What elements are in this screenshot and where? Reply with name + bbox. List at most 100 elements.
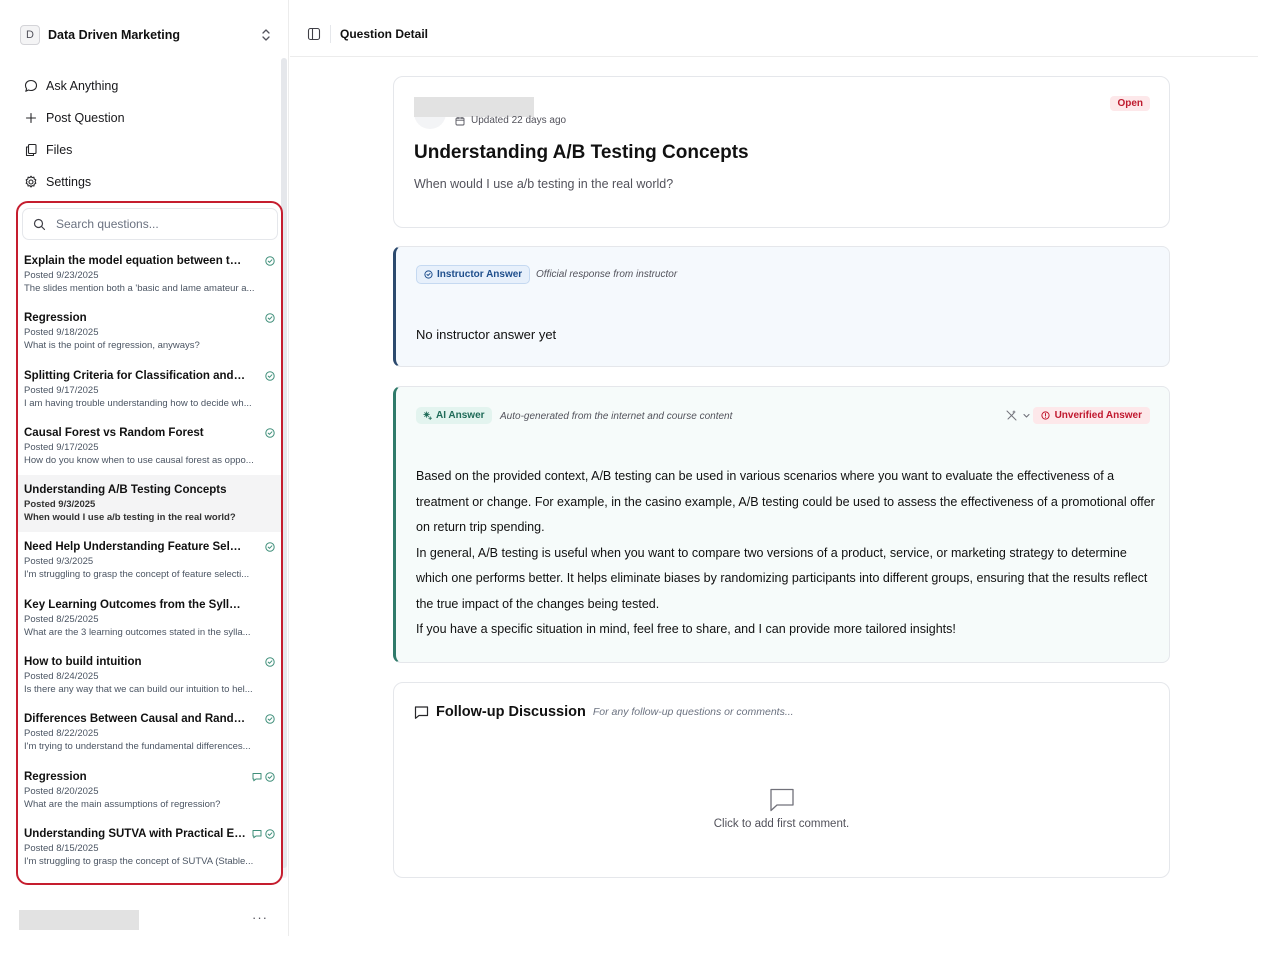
question-snippet: How do you know when to use causal fores… [24,454,254,466]
search-box[interactable] [22,208,278,240]
nav-ask-anything[interactable]: Ask Anything [24,70,274,102]
page-title: Question Detail [340,27,429,41]
question-list-item[interactable]: Splitting Criteria for Classification an… [18,361,281,418]
main-nav: Ask Anything Post Question Files Setting… [24,70,274,198]
question-title: Understanding SUTVA with Practical Examp… [24,827,246,840]
question-list-item[interactable]: Causal Forest vs Random Forest Posted 9/… [18,418,281,475]
workspace-switcher[interactable]: D Data Driven Marketing [20,22,278,48]
question-snippet: I'm trying to understand the fundamental… [24,741,251,753]
question-list-item[interactable]: Regression Posted 8/20/2025 What are the… [18,762,281,819]
user-profile-redacted[interactable] [19,910,139,930]
ai-answer-note: Auto-generated from the internet and cou… [500,411,733,422]
question-date: Posted 8/25/2025 [24,613,99,625]
add-first-comment[interactable]: Click to add first comment. [394,787,1169,830]
question-title: Key Learning Outcomes from the Syllabus [24,598,246,611]
sidebar-toggle-icon[interactable] [307,27,321,41]
answered-check-icon [265,428,275,438]
more-options-button[interactable]: ··· [252,910,268,925]
alert-circle-icon [1040,411,1050,420]
question-list-item[interactable]: Differences Between Causal and Random Fo… [18,704,281,761]
badge-label: Instructor Answer [437,269,523,280]
instructor-answer-body: No instructor answer yet [416,327,557,342]
question-title: Understanding A/B Testing Concepts [24,484,227,497]
question-snippet: What are the main assumptions of regress… [24,798,221,810]
ai-answer-paragraph: Based on the provided context, A/B testi… [416,469,1155,534]
question-list-item-active[interactable]: Understanding A/B Testing Concepts Poste… [18,475,281,533]
question-snippet: When would I use a/b testing in the real… [24,512,236,524]
question-date: Posted 9/18/2025 [24,327,99,339]
question-date: Posted 9/3/2025 [24,499,96,511]
magic-wand-off-icon[interactable] [1006,410,1017,421]
instructor-answer-note: Official response from instructor [536,269,678,280]
question-list: Explain the model equation between the s… [18,246,281,876]
question-title: Causal Forest vs Random Forest [24,426,204,439]
question-date: Posted 9/23/2025 [24,270,99,281]
chat-bubble-icon [24,79,38,92]
chevron-up-down-icon [262,29,270,41]
ai-answer-paragraph: In general, A/B testing is useful when y… [416,545,1148,611]
nav-label: Ask Anything [46,79,119,93]
answered-check-icon [265,256,275,266]
question-snippet: The slides mention both a 'basic and lam… [24,283,255,294]
updated-text: Updated 22 days ago [471,115,567,126]
question-title: Splitting Criteria for Classification an… [24,369,246,382]
sidebar: D Data Driven Marketing Ask Anything Pos… [0,0,289,936]
question-heading: Understanding A/B Testing Concepts [414,142,749,163]
nav-label: Files [46,143,73,157]
ai-answer-body: Based on the provided context, A/B testi… [416,464,1156,643]
question-list-item[interactable]: Need Help Understanding Feature Selectio… [18,532,281,589]
question-list-panel: Explain the model equation between the s… [16,201,283,885]
header-divider [330,25,331,43]
follow-up-discussion-card: Follow-up Discussion For any follow-up q… [393,682,1170,878]
question-list-item[interactable]: Key Learning Outcomes from the Syllabus … [18,590,281,647]
answered-check-icon [265,657,275,667]
answered-check-icon [265,771,275,782]
question-snippet: I'm struggling to grasp the concept of f… [24,569,250,581]
answered-check-icon [265,829,275,839]
nav-label: Post Question [46,111,125,125]
nav-settings[interactable]: Settings [24,166,274,198]
comment-icon [252,772,262,781]
badge-label: Unverified Answer [1054,410,1142,421]
question-date: Posted 8/22/2025 [24,728,99,740]
gear-icon [25,175,37,188]
ai-answer-paragraph: If you have a specific situation in mind… [416,622,956,636]
calendar-icon [455,116,465,125]
ai-answer-badge: AI Answer [416,407,492,424]
unverified-answer-badge: Unverified Answer [1032,407,1150,424]
question-snippet: What is the point of regression, anyways… [24,340,200,352]
question-date: Posted 8/15/2025 [24,842,99,854]
comment-icon [414,705,429,719]
question-list-item[interactable]: Explain the model equation between the s… [18,246,281,303]
discussion-note: For any follow-up questions or comments.… [592,706,794,718]
updated-time: Updated 22 days ago [455,115,566,126]
ai-answer-card: AI Answer Auto-generated from the intern… [393,386,1170,663]
nav-files[interactable]: Files [24,134,274,166]
question-list-item[interactable]: Regression Posted 9/18/2025 What is the … [18,303,281,360]
question-title: Explain the model equation between the s… [24,255,246,267]
question-snippet: Is there any way that we can build our i… [24,684,253,696]
discussion-title: Follow-up Discussion [436,704,586,720]
question-card: Updated 22 days ago Open Understanding A… [393,76,1170,228]
question-date: Posted 8/20/2025 [24,785,99,797]
question-date: Posted 9/3/2025 [24,556,94,568]
nav-post-question[interactable]: Post Question [24,102,274,134]
question-title: How to build intuition [24,656,142,669]
question-list-item[interactable]: How to build intuition Posted 8/24/2025 … [18,647,281,704]
question-date: Posted 9/17/2025 [24,384,99,396]
ai-regenerate-menu[interactable] [1006,410,1032,421]
answered-check-icon [265,313,275,323]
answered-check-icon [265,370,275,381]
question-snippet: What are the 3 learning outcomes stated … [24,626,251,638]
sparkle-icon [423,411,432,420]
shield-check-icon [424,270,433,279]
workspace-name: Data Driven Marketing [48,28,180,42]
question-list-item[interactable]: Understanding SUTVA with Practical Examp… [18,819,281,876]
plus-icon [25,112,37,124]
search-input[interactable] [56,217,266,231]
workspace-initial: D [20,25,40,45]
question-date: Posted 8/24/2025 [24,671,99,683]
chevron-down-icon[interactable] [1021,410,1032,421]
question-snippet: I'm struggling to grasp the concept of S… [24,855,254,867]
search-icon [33,218,46,230]
